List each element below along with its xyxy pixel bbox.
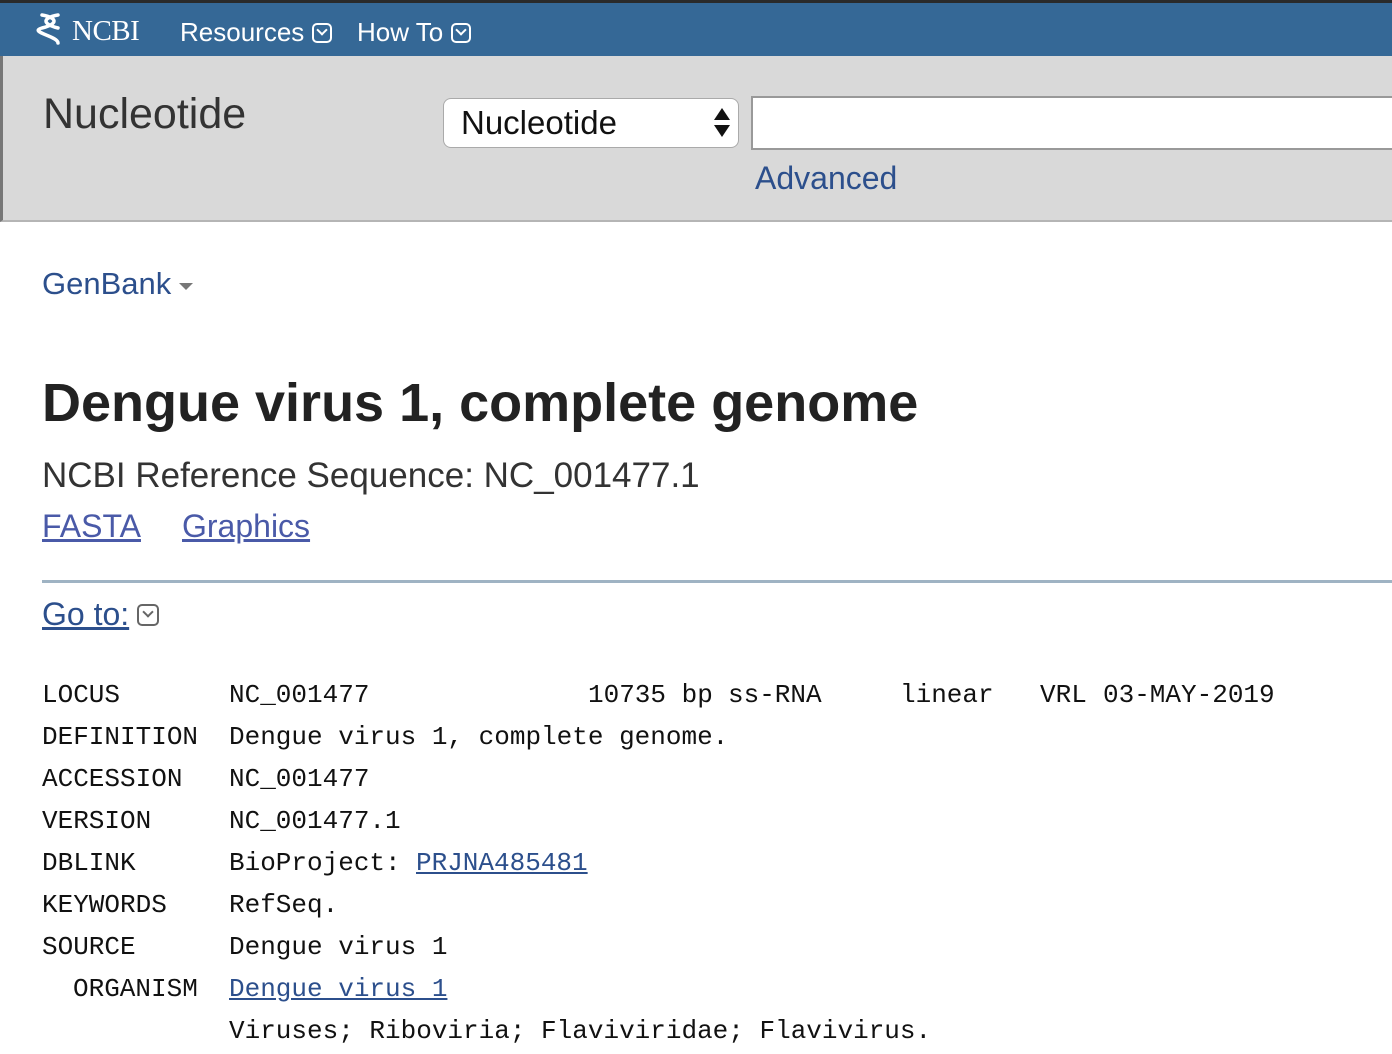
locus-key: LOCUS bbox=[42, 680, 121, 710]
chevron-down-icon bbox=[137, 603, 160, 626]
accession-key: ACCESSION bbox=[42, 764, 183, 794]
organism-key: ORGANISM bbox=[73, 974, 198, 1004]
logo-text: NCBI bbox=[72, 14, 140, 47]
format-label: GenBank bbox=[42, 266, 172, 301]
search-input[interactable] bbox=[751, 96, 1392, 150]
updown-arrows-icon bbox=[714, 106, 730, 140]
advanced-search-link[interactable]: Advanced bbox=[755, 160, 897, 197]
ncbi-helix-icon bbox=[36, 12, 64, 51]
definition-key: DEFINITION bbox=[42, 722, 199, 752]
fasta-link[interactable]: FASTA bbox=[42, 508, 141, 545]
database-title: Nucleotide bbox=[43, 90, 247, 138]
nav-resources[interactable]: Resources bbox=[180, 17, 333, 48]
source-value: Dengue virus 1 bbox=[229, 932, 448, 962]
locus-division: VRL bbox=[1040, 680, 1087, 710]
search-bar: Nucleotide Nucleotide Advanced bbox=[0, 56, 1392, 222]
top-nav-bar: NCBI Resources How To bbox=[0, 0, 1392, 56]
nav-how-to-label: How To bbox=[357, 17, 444, 47]
locus-topology: linear bbox=[900, 680, 994, 710]
organism-link[interactable]: Dengue virus 1 bbox=[229, 974, 447, 1004]
dblink-prefix: BioProject: bbox=[229, 848, 401, 878]
nav-how-to[interactable]: How To bbox=[357, 17, 472, 48]
keywords-key: KEYWORDS bbox=[42, 890, 167, 920]
locus-length: 10735 bp bbox=[588, 680, 713, 710]
caret-down-icon bbox=[179, 282, 194, 290]
goto-label: Go to: bbox=[42, 596, 130, 632]
page-title: Dengue virus 1, complete genome bbox=[42, 373, 919, 433]
locus-name: NC_001477 bbox=[229, 680, 370, 710]
version-value: NC_001477.1 bbox=[229, 806, 401, 836]
source-key: SOURCE bbox=[42, 932, 136, 962]
ncbi-logo[interactable]: NCBI bbox=[36, 12, 140, 51]
chevron-down-icon bbox=[312, 22, 333, 43]
locus-date: 03-MAY-2019 bbox=[1103, 680, 1275, 710]
refseq-line: NCBI Reference Sequence: NC_001477.1 bbox=[42, 456, 700, 495]
chevron-down-icon bbox=[451, 22, 472, 43]
locus-moltype: ss-RNA bbox=[728, 680, 822, 710]
database-select-value: Nucleotide bbox=[461, 104, 617, 141]
goto-menu[interactable]: Go to: bbox=[42, 596, 160, 633]
organism-lineage: Viruses; Riboviria; Flaviviridae; Flaviv… bbox=[229, 1016, 932, 1046]
accession-value: NC_001477 bbox=[229, 764, 370, 794]
format-selector[interactable]: GenBank bbox=[42, 266, 194, 302]
dblink-key: DBLINK bbox=[42, 848, 136, 878]
definition-value: Dengue virus 1, complete genome. bbox=[229, 722, 729, 752]
database-select[interactable]: Nucleotide bbox=[443, 98, 739, 148]
bioproject-link[interactable]: PRJNA485481 bbox=[416, 848, 588, 878]
keywords-value: RefSeq. bbox=[229, 890, 339, 920]
nav-resources-label: Resources bbox=[180, 17, 305, 47]
version-key: VERSION bbox=[42, 806, 152, 836]
graphics-link[interactable]: Graphics bbox=[182, 508, 310, 545]
divider bbox=[42, 580, 1392, 583]
